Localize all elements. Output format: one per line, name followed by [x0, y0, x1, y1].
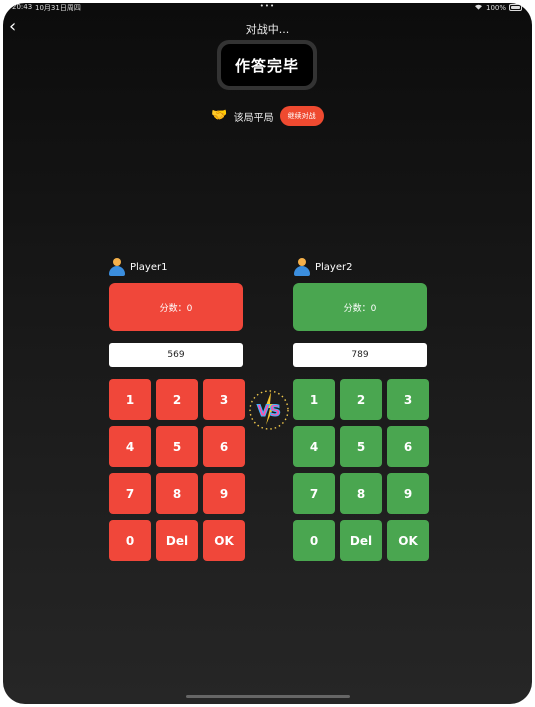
- page-title: 对战中...: [245, 23, 290, 36]
- p2-key-3[interactable]: 3: [387, 379, 429, 420]
- p1-key-3[interactable]: 3: [203, 379, 245, 420]
- p2-key-4[interactable]: 4: [293, 426, 335, 467]
- p1-key-2[interactable]: 2: [156, 379, 198, 420]
- player2-keypad: 1 2 3 4 5 6 7 8 9 0 Del OK: [293, 379, 429, 561]
- p1-key-del[interactable]: Del: [156, 520, 198, 561]
- continue-battle-button[interactable]: 继续对战: [279, 106, 324, 126]
- p1-key-0[interactable]: 0: [109, 520, 151, 561]
- vs-emblem: VS: [246, 387, 292, 433]
- p1-key-6[interactable]: 6: [203, 426, 245, 467]
- player2-name: Player2: [315, 261, 353, 273]
- vs-text: VS: [257, 401, 281, 420]
- player1-answer-field[interactable]: 569: [109, 343, 243, 367]
- handshake-icon: 🤝: [211, 108, 228, 123]
- p2-key-6[interactable]: 6: [387, 426, 429, 467]
- vs-burst-icon: VS: [249, 390, 289, 430]
- player2-answer-field[interactable]: 789: [293, 343, 427, 367]
- p2-key-1[interactable]: 1: [293, 379, 335, 420]
- finished-banner: 作答完毕: [217, 40, 317, 90]
- p1-key-8[interactable]: 8: [156, 473, 198, 514]
- user-avatar-icon: [109, 258, 125, 276]
- home-indicator[interactable]: [185, 695, 350, 698]
- status-right: 100%: [474, 3, 522, 12]
- p1-key-5[interactable]: 5: [156, 426, 198, 467]
- battery-icon: [509, 4, 522, 11]
- player1-label: Player1: [109, 258, 167, 276]
- p2-key-7[interactable]: 7: [293, 473, 335, 514]
- p2-key-5[interactable]: 5: [340, 426, 382, 467]
- p2-key-ok[interactable]: OK: [387, 520, 429, 561]
- player2-label: Player2: [294, 258, 352, 276]
- device-frame: 20:43 10月31日周四 ••• 100% ‹ 对战中... 作答完毕 🤝 …: [3, 3, 532, 704]
- player1-name: Player1: [130, 261, 168, 273]
- p2-key-0[interactable]: 0: [293, 520, 335, 561]
- user-avatar-icon: [294, 258, 310, 276]
- player1-score: 分数：0: [109, 283, 243, 331]
- p1-key-7[interactable]: 7: [109, 473, 151, 514]
- finished-banner-label: 作答完毕: [221, 44, 313, 86]
- p1-key-4[interactable]: 4: [109, 426, 151, 467]
- player1-keypad: 1 2 3 4 5 6 7 8 9 0 Del OK: [109, 379, 245, 561]
- multitask-dots[interactable]: •••: [3, 3, 532, 10]
- p1-key-9[interactable]: 9: [203, 473, 245, 514]
- result-text: 该局平局: [233, 112, 274, 124]
- wifi-icon: [474, 3, 483, 12]
- nav-bar: ‹ 对战中...: [3, 17, 532, 39]
- p2-key-del[interactable]: Del: [340, 520, 382, 561]
- result-row: 🤝 该局平局 继续对战: [3, 105, 532, 127]
- battery-percent: 100%: [485, 3, 506, 12]
- p1-key-ok[interactable]: OK: [203, 520, 245, 561]
- p2-key-8[interactable]: 8: [340, 473, 382, 514]
- status-bar: 20:43 10月31日周四 ••• 100%: [3, 3, 532, 15]
- p1-key-1[interactable]: 1: [109, 379, 151, 420]
- p2-key-9[interactable]: 9: [387, 473, 429, 514]
- p2-key-2[interactable]: 2: [340, 379, 382, 420]
- player2-score: 分数：0: [293, 283, 427, 331]
